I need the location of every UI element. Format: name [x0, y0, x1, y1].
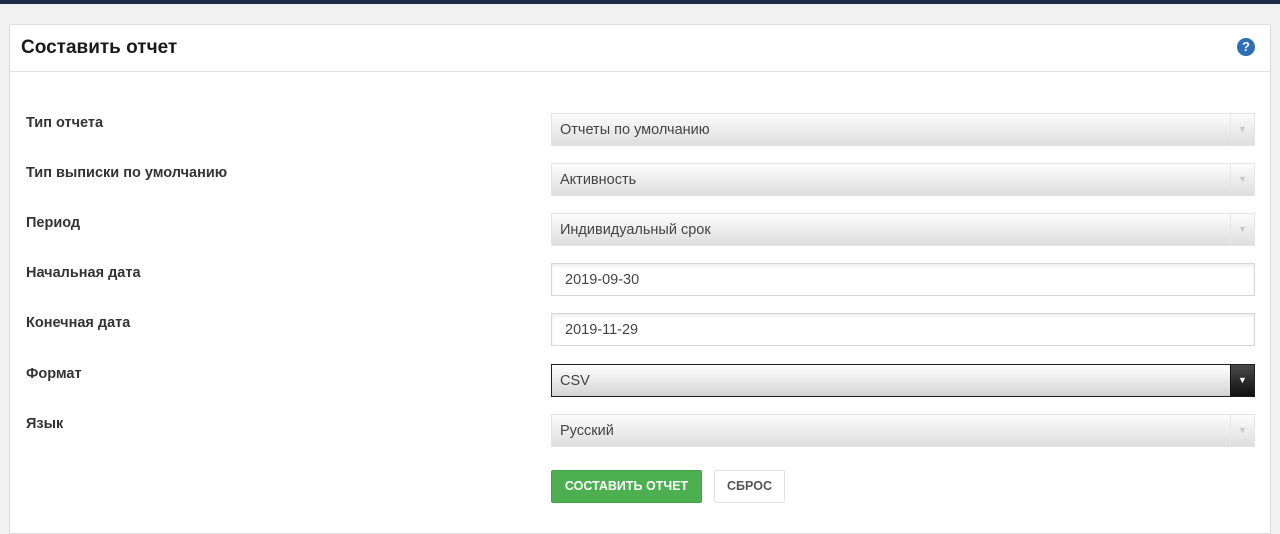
row-report-type: Тип отчета Отчеты по умолчанию ▼ [10, 113, 1270, 147]
row-statement-type: Тип выписки по умолчанию Активность ▼ [10, 163, 1270, 197]
chevron-down-icon: ▼ [1230, 415, 1254, 446]
chevron-down-icon: ▼ [1230, 214, 1254, 245]
language-select[interactable]: Русский ▼ [551, 414, 1255, 447]
chevron-down-icon: ▼ [1230, 164, 1254, 195]
format-value: CSV [560, 373, 590, 389]
end-date-input[interactable] [551, 313, 1255, 346]
statement-type-value: Активность [560, 172, 637, 188]
period-value: Индивидуальный срок [560, 222, 711, 238]
statement-type-select[interactable]: Активность ▼ [551, 163, 1255, 196]
report-panel: Составить отчет ? Тип отчета Отчеты по у… [9, 24, 1271, 534]
end-date-label: Конечная дата [26, 315, 131, 331]
format-select[interactable]: CSV ▼ [551, 364, 1255, 397]
row-start-date: Начальная дата [10, 263, 1270, 297]
submit-report-button[interactable]: СОСТАВИТЬ ОТЧЕТ [551, 470, 702, 503]
report-type-select[interactable]: Отчеты по умолчанию ▼ [551, 113, 1255, 146]
row-format: Формат CSV ▼ [10, 364, 1270, 398]
help-icon[interactable]: ? [1237, 38, 1255, 56]
report-type-value: Отчеты по умолчанию [560, 122, 710, 138]
language-value: Русский [560, 423, 614, 439]
row-end-date: Конечная дата [10, 313, 1270, 347]
row-language: Язык Русский ▼ [10, 414, 1270, 448]
start-date-input[interactable] [551, 263, 1255, 296]
reset-button[interactable]: СБРОС [714, 470, 785, 503]
chevron-down-icon: ▼ [1230, 114, 1254, 145]
row-period: Период Индивидуальный срок ▼ [10, 213, 1270, 247]
format-label: Формат [26, 366, 82, 382]
language-label: Язык [26, 416, 64, 432]
top-navigation-bar [0, 0, 1280, 4]
chevron-down-icon: ▼ [1230, 365, 1254, 396]
start-date-label: Начальная дата [26, 265, 141, 281]
report-type-label: Тип отчета [26, 115, 104, 131]
panel-header: Составить отчет ? [10, 25, 1270, 72]
page-title: Составить отчет [21, 37, 178, 58]
period-select[interactable]: Индивидуальный срок ▼ [551, 213, 1255, 246]
period-label: Период [26, 215, 81, 231]
statement-type-label: Тип выписки по умолчанию [26, 165, 228, 181]
